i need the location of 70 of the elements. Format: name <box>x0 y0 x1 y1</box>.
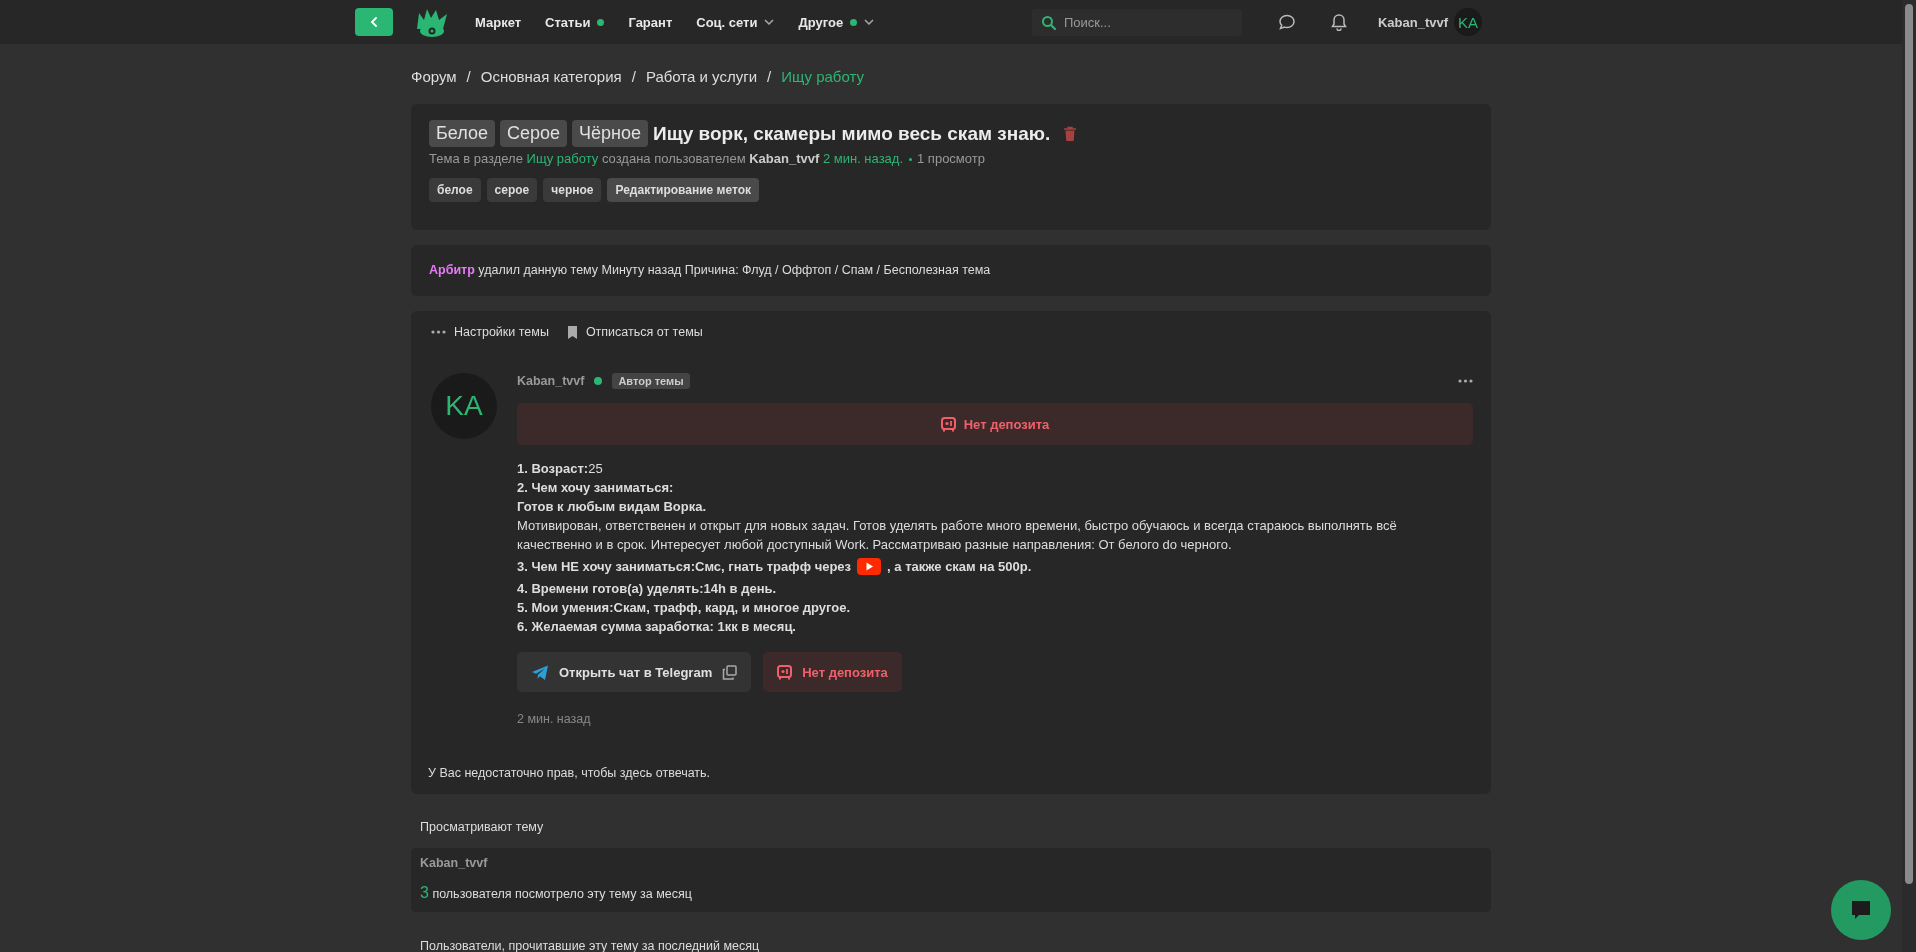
post-text: 1. Возраст:25 <box>517 460 604 478</box>
reply-notice: У Вас недостаточно прав, чтобы здесь отвечать. <box>428 766 712 780</box>
breadcrumb-separator: / <box>767 67 772 85</box>
thread-title: Ищу ворк, скамеры мимо весь скам знаю. <box>653 122 1051 145</box>
video-icon <box>857 558 882 575</box>
nav-link[interactable]: Маркет <box>475 14 522 30</box>
post-text: 3. Чем НЕ хочу заниматься:Смс, гнать трафф через <box>517 558 852 576</box>
author-link[interactable]: Kaban_tvvf <box>749 151 820 166</box>
copy-icon <box>722 664 738 680</box>
nav-link[interactable]: Гарант <box>628 14 673 30</box>
deletion-notice: Арбитр удалил данную тему Минуту назад Причина: Флуд / Оффтоп / Спам / Бесполезная тема <box>429 263 992 277</box>
edit-tags-button[interactable]: Редактирование меток <box>607 178 760 202</box>
thread-meta: Тема в разделе Ищу работу создана пользователем Kaban_tvvf 2 мин. назад. 1 просмотр <box>429 151 986 166</box>
speech-bubble-icon <box>1851 900 1871 920</box>
deposit-label: Нет депозита <box>963 416 1050 432</box>
nav-link[interactable]: Соц. сети <box>696 14 775 30</box>
trash-icon[interactable] <box>1063 125 1078 142</box>
unsubscribe-link[interactable]: Отписаться от темы <box>585 325 703 339</box>
deposit-button[interactable]: Нет депозита <box>763 652 902 692</box>
post-text: Готов к любым видам Ворка. <box>517 498 708 516</box>
chat-icon[interactable] <box>1277 13 1296 31</box>
tag-link[interactable]: черное <box>543 178 602 202</box>
chat-button[interactable] <box>1831 880 1891 940</box>
post-text: 6. Желаемая сумма заработка: 1кк в месяц. <box>517 618 797 636</box>
chevron-left-icon <box>370 17 378 27</box>
thread-prefix[interactable]: Чёрное <box>572 120 648 147</box>
deposit-icon <box>777 664 793 680</box>
breadcrumb-separator: / <box>631 67 636 85</box>
moderator-link[interactable]: Арбитр <box>429 263 475 277</box>
post-text: 5. Мои умения:Скам, трафф, кард, и многое другое. <box>517 599 852 617</box>
post-text: , а также скам на 500р. <box>887 558 1032 576</box>
bookmark-icon[interactable] <box>566 325 578 339</box>
username-link[interactable]: Kaban_tvvf <box>517 374 585 388</box>
viewer-link[interactable]: Kaban_tvvf <box>420 856 1482 870</box>
search-field[interactable]: Поиск... <box>1031 8 1242 36</box>
breadcrumb-link[interactable]: Форум <box>411 67 457 85</box>
bell-icon[interactable] <box>1329 13 1348 31</box>
thread-prefix[interactable]: Белое <box>429 120 495 147</box>
more-icon[interactable] <box>1458 379 1473 383</box>
separator-dot <box>909 158 913 161</box>
username-link[interactable]: Kaban_tvvf <box>1377 14 1448 30</box>
search-icon <box>1040 14 1056 30</box>
deposit-icon <box>940 416 956 432</box>
post-time[interactable]: 2 мин. назад <box>517 712 1473 726</box>
user-avatar[interactable]: KA <box>1454 8 1482 36</box>
time-link[interactable]: 2 мин. назад. <box>822 151 904 166</box>
nav-link[interactable]: Другое <box>798 14 875 30</box>
thread-settings-link[interactable]: Настройки темы <box>454 325 549 339</box>
view-count-text: 3 пользователя посмотрело эту тему за месяц <box>420 884 693 902</box>
scrollbar-thumb[interactable] <box>1905 4 1913 884</box>
paper-plane-icon <box>531 663 549 681</box>
breadcrumb-link[interactable]: Ищу работу <box>781 67 864 85</box>
tag-link[interactable]: серое <box>486 178 538 202</box>
post-text: 2. Чем хочу заниматься: <box>517 479 675 497</box>
breadcrumb-separator: / <box>466 67 471 85</box>
telegram-button[interactable]: Открыть чат в Telegram <box>517 652 752 692</box>
thread-prefix[interactable]: Серое <box>499 120 567 147</box>
breadcrumb-link[interactable]: Работа и услуги <box>645 67 758 85</box>
section-heading: Просматривают тему <box>420 820 545 836</box>
section-heading: Пользователи, прочитавшие эту тему за последний месяц <box>420 939 761 952</box>
post-text: Мотивирован, ответственен и открыт для новых задач. Готов уделять работе много времени, быстро обучаюсь и всегда стараюсь выполнять всё качественно и в срок. Интересует любой доступный Work. Рассматриваю разные направления: От белого do черного. <box>517 517 1398 554</box>
author-badge: Автор темы <box>612 373 690 389</box>
dots-icon[interactable] <box>431 330 446 334</box>
breadcrumb-link[interactable]: Основная категория <box>480 67 622 85</box>
user-avatar[interactable]: KA <box>431 373 497 439</box>
post-text: 4. Времени готов(а) уделять:14h в день. <box>517 580 778 598</box>
view-count: 3 <box>420 884 429 901</box>
nav-link[interactable]: Статьи <box>545 14 605 30</box>
tag-link[interactable]: белое <box>429 178 481 202</box>
section-link[interactable]: Ищу работу <box>526 151 599 166</box>
